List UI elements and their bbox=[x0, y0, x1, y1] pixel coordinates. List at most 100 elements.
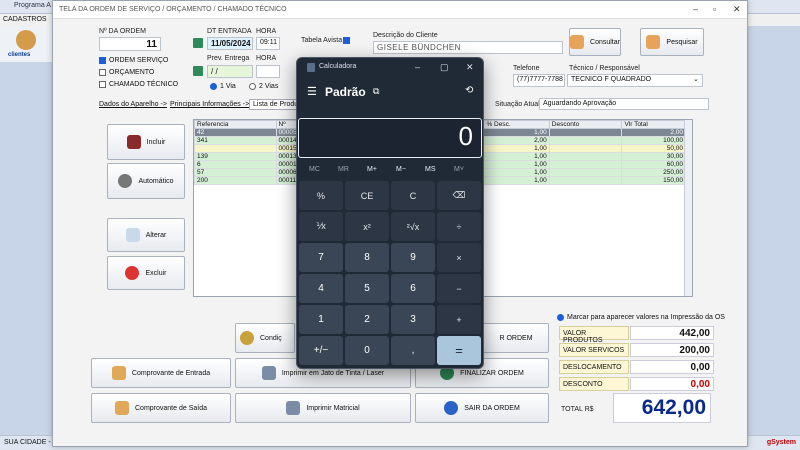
toolbar-clientes-label[interactable]: clientes bbox=[8, 52, 30, 58]
memory-button[interactable]: M˅ bbox=[454, 166, 464, 173]
chevron-down-icon[interactable]: ⌄ bbox=[693, 75, 699, 83]
hour-label: HORA bbox=[256, 28, 277, 35]
date-field[interactable]: 11/05/2024 bbox=[207, 37, 253, 50]
calc-key[interactable]: 5 bbox=[345, 274, 389, 303]
tabela-avista-checkbox[interactable] bbox=[343, 37, 350, 44]
tab-principais-informacoes[interactable]: Principais Informações -> bbox=[170, 101, 249, 108]
comprovante-saida-button[interactable]: Comprovante de Saída bbox=[91, 393, 231, 423]
tab-dados-aparelho[interactable]: Dados do Aparelho -> bbox=[99, 101, 167, 108]
calc-key[interactable]: ⅟x bbox=[299, 212, 343, 241]
checkbox-icon bbox=[343, 37, 350, 44]
printer-icon bbox=[261, 366, 276, 380]
grid-cell: 1,00 bbox=[483, 152, 550, 161]
prev-entrega-field[interactable]: / / bbox=[207, 65, 253, 78]
calc-key[interactable]: 0 bbox=[345, 336, 389, 365]
calc-key[interactable]: 2 bbox=[345, 305, 389, 334]
situacao-label: Situação Atual: bbox=[495, 101, 542, 108]
calc-key[interactable]: x² bbox=[345, 212, 389, 241]
memory-button[interactable]: MC bbox=[309, 166, 320, 173]
order-number-field[interactable]: 11 bbox=[99, 37, 161, 51]
calc-key[interactable]: + bbox=[437, 305, 481, 334]
menu-cadastros[interactable]: CADASTROS bbox=[3, 16, 47, 23]
calc-key[interactable]: ²√x bbox=[391, 212, 435, 241]
calc-key[interactable]: 4 bbox=[299, 274, 343, 303]
grid-header-cell[interactable]: Referencia bbox=[194, 120, 277, 129]
calc-key[interactable]: 8 bbox=[345, 243, 389, 272]
calc-key[interactable]: ⌫ bbox=[437, 181, 481, 210]
maximize-icon[interactable]: ▫ bbox=[713, 4, 716, 14]
calc-key[interactable]: 6 bbox=[391, 274, 435, 303]
cliente-field[interactable]: GISELE BÜNDCHEN bbox=[373, 41, 563, 54]
calc-key[interactable]: 3 bbox=[391, 305, 435, 334]
ordem-button[interactable]: R ORDEM bbox=[483, 323, 549, 353]
grid-cell: 1,00 bbox=[483, 168, 550, 177]
tecnico-select[interactable]: TECNICO F QUADRADO bbox=[567, 74, 703, 87]
calc-key[interactable]: = bbox=[437, 336, 481, 365]
minimize-icon[interactable]: – bbox=[693, 4, 698, 14]
memory-button[interactable]: M+ bbox=[367, 166, 377, 173]
calc-key[interactable]: 7 bbox=[299, 243, 343, 272]
hour2-label: HORA bbox=[256, 55, 277, 62]
coins-icon bbox=[240, 331, 254, 345]
calc-key[interactable]: C bbox=[391, 181, 435, 210]
minimize-icon[interactable]: – bbox=[415, 62, 420, 72]
close-icon[interactable]: ✕ bbox=[466, 62, 474, 73]
history-icon[interactable]: ⟲ bbox=[465, 85, 473, 96]
check-orcamento[interactable]: ORÇAMENTO bbox=[99, 69, 154, 76]
maximize-icon[interactable]: ▢ bbox=[440, 62, 449, 73]
delete-icon bbox=[125, 266, 140, 280]
calculator-display: 0 bbox=[298, 118, 482, 158]
total-row-value: 0,00 bbox=[630, 377, 714, 391]
automatico-button[interactable]: Automático bbox=[107, 163, 185, 199]
grid-header-cell[interactable]: Vlr Total bbox=[621, 120, 686, 129]
calc-key[interactable]: 9 bbox=[391, 243, 435, 272]
alterar-button[interactable]: Alterar bbox=[107, 218, 185, 252]
comprovante-entrada-button[interactable]: Comprovante de Entrada bbox=[91, 358, 231, 388]
hour-field[interactable]: 09:11 bbox=[256, 37, 280, 50]
total-row-value: 442,00 bbox=[630, 326, 714, 340]
calendar-icon[interactable] bbox=[193, 38, 203, 48]
telefone-field[interactable]: (77)7777-7788 bbox=[513, 74, 565, 87]
grid-header-cell[interactable]: Desconto bbox=[548, 120, 623, 129]
keep-on-top-icon[interactable]: ⧉ bbox=[373, 86, 379, 97]
excluir-button[interactable]: Excluir bbox=[107, 256, 185, 290]
clients-icon[interactable] bbox=[16, 30, 36, 50]
condicoes-button[interactable]: Condiç bbox=[235, 323, 295, 353]
check-chamado-tecnico[interactable]: CHAMADO TÉCNICO bbox=[99, 81, 178, 88]
radio-1-via[interactable]: 1 Via bbox=[210, 83, 236, 90]
calc-key[interactable]: ÷ bbox=[437, 212, 481, 241]
hamburger-menu-icon[interactable]: ☰ bbox=[307, 85, 317, 98]
radio-marcar-valores[interactable]: Marcar para aparecer valores na Impressã… bbox=[557, 314, 725, 321]
memory-button[interactable]: M− bbox=[396, 166, 406, 173]
incluir-button[interactable]: Incluir bbox=[107, 124, 185, 160]
pesquisar-button[interactable]: Pesquisar bbox=[640, 28, 704, 56]
calc-key[interactable]: +/− bbox=[299, 336, 343, 365]
hour2-field[interactable] bbox=[256, 65, 280, 78]
consultar-button[interactable]: Consultar bbox=[569, 28, 621, 56]
grid-header-cell[interactable]: % Desc. bbox=[483, 120, 550, 129]
calc-key[interactable]: − bbox=[437, 274, 481, 303]
memory-button[interactable]: MS bbox=[425, 166, 436, 173]
memory-button[interactable]: MR bbox=[338, 166, 349, 173]
checkbox-icon bbox=[99, 81, 106, 88]
calc-key[interactable]: CE bbox=[345, 181, 389, 210]
calc-key[interactable]: , bbox=[391, 336, 435, 365]
grid-scrollbar[interactable] bbox=[684, 120, 692, 296]
document-icon bbox=[115, 401, 129, 415]
close-icon[interactable]: ✕ bbox=[733, 4, 741, 15]
total-row-value: 200,00 bbox=[630, 343, 714, 357]
radio-2-vias[interactable]: 2 Vias bbox=[249, 83, 278, 90]
total-value: 642,00 bbox=[613, 393, 711, 423]
checkbox-icon bbox=[99, 57, 106, 64]
sair-ordem-button[interactable]: SAIR DA ORDEM bbox=[415, 393, 549, 423]
grid-cell: 1,00 bbox=[483, 176, 550, 185]
printer-icon bbox=[286, 401, 301, 415]
imprimir-matricial-button[interactable]: Imprimir Matricial bbox=[235, 393, 411, 423]
calendar-icon[interactable] bbox=[193, 66, 203, 76]
calc-key[interactable]: × bbox=[437, 243, 481, 272]
check-ordem-servico[interactable]: ORDEM SERVIÇO bbox=[99, 57, 168, 64]
situacao-select[interactable]: Aguardando Aprovação bbox=[539, 98, 709, 110]
calc-key[interactable]: 1 bbox=[299, 305, 343, 334]
total-row-label: DESCONTO bbox=[559, 377, 629, 391]
calc-key[interactable]: % bbox=[299, 181, 343, 210]
